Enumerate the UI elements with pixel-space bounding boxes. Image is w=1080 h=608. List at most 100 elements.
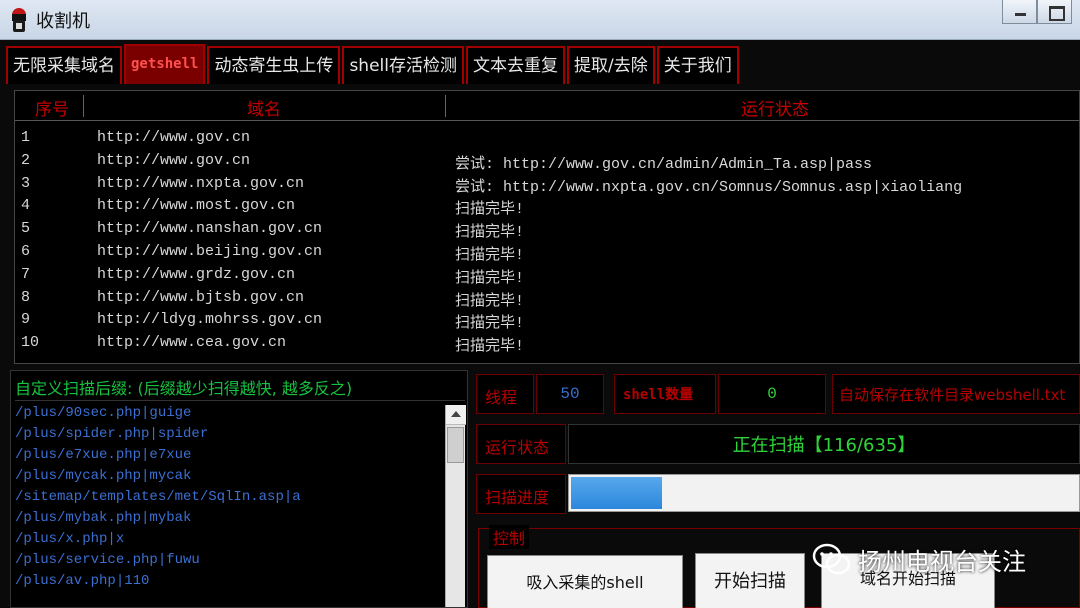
run-status-label: 运行状态 [485,438,550,457]
scan-progress-bar [568,474,1080,512]
row-num: 9 [21,311,31,329]
row-domain: http://www.most.gov.cn [97,197,296,215]
table-row[interactable]: 8 http://www.bjtsb.gov.cn 扫描完毕! [15,287,1079,310]
row-num: 1 [21,129,31,146]
column-divider[interactable] [445,95,446,117]
row-num: 5 [21,220,31,238]
table-row[interactable]: 2 http://www.gov.cn 尝试: http://www.gov.cn/… [15,150,1079,173]
row-status: 扫描完毕! [455,315,525,333]
progress-fill [571,477,662,509]
row-domain: http://ldyg.mohrss.gov.cn [97,311,323,329]
row-domain: http://www.gov.cn [97,151,251,169]
row-status: 扫描完毕! [455,269,525,287]
control-group-label: 控制 [489,525,530,549]
window-controls [1002,0,1072,24]
row-domain: http://www.beijing.gov.cn [97,242,323,260]
maximize-button[interactable] [1037,0,1072,24]
title-bar: 收割机 [0,0,1080,40]
table-row[interactable]: 9 http://ldyg.mohrss.gov.cn 扫描完毕! [15,309,1079,332]
tab-getshell[interactable]: getshell [124,44,206,84]
row-num: 4 [21,197,31,215]
results-table[interactable]: 序号 域名 运行状态 1 http://www.gov.cn 2 http://ww… [14,90,1080,364]
progress-label-box: 扫描进度 [476,474,566,514]
table-row[interactable]: 4 http://www.most.gov.cn 扫描完毕! [15,195,1079,218]
custom-paths-title: 自定义扫描后缀: (后缀越少扫得越快, 越多反之) [15,375,465,401]
table-row[interactable]: 1 http://www.gov.cn [15,127,1079,150]
table-row[interactable]: 5 http://www.nanshan.gov.cn 扫描完毕! [15,218,1079,241]
custom-paths-textarea[interactable]: /plus/90sec.php|guige /plus/spider.php|s… [15,405,443,594]
import-shell-button[interactable]: 吸入采集的shell [487,555,683,608]
custom-paths-panel: 自定义扫描后缀: (后缀越少扫得越快, 越多反之) /plus/90sec.ph… [10,370,468,608]
list-item: /plus/mybak.php|mybak [15,510,192,526]
list-item: /plus/x.php|x [15,531,125,547]
app-icon [12,8,26,32]
row-status: 扫描完毕! [455,338,525,356]
row-status: 尝试: http://www.nxpta.gov.cn/Somnus/Somnu… [455,178,963,196]
row-status: 扫描完毕! [455,292,525,310]
autosave-box: 自动保存在软件目录webshell.txt [832,374,1080,414]
row-status: 扫描完毕! [455,246,525,264]
list-item: /plus/e7xue.php|e7xue [15,447,192,463]
shell-count-label: shell数量 [623,387,694,403]
run-status-label-box: 运行状态 [476,424,566,464]
tab-collect-domains[interactable]: 无限采集域名 [6,46,122,84]
list-item: /plus/mycak.php|mycak [15,468,192,484]
list-item: /plus/service.php|fuwu [15,552,200,568]
list-item: /plus/av.php|110 [15,573,150,589]
row-num: 6 [21,242,31,260]
column-header-num[interactable]: 序号 [35,95,69,120]
row-num: 2 [21,151,31,169]
row-status: 扫描完毕! [455,224,525,242]
shell-count-display: 0 [718,374,826,414]
tab-about[interactable]: 关于我们 [656,46,739,84]
minimize-button[interactable] [1002,0,1037,24]
table-row[interactable]: 7 http://www.grdz.gov.cn 扫描完毕! [15,264,1079,287]
row-num: 3 [21,174,31,192]
threads-input[interactable]: 50 [536,374,604,414]
table-header: 序号 域名 运行状态 [15,91,1079,121]
run-status-display: 正在扫描【116/635】 [568,424,1080,464]
tab-text-dedupe[interactable]: 文本去重复 [465,46,565,84]
start-scan-button[interactable]: 开始扫描 [695,553,805,608]
column-header-status[interactable]: 运行状态 [741,95,809,120]
row-domain: http://www.grdz.gov.cn [97,265,296,283]
threads-label: 线程 [485,388,518,407]
list-item: /plus/spider.php|spider [15,426,209,442]
shell-count-label-box: shell数量 [614,374,716,414]
table-row[interactable]: 3 http://www.nxpta.gov.cn 尝试: http://www.n… [15,173,1079,196]
list-item: /plus/90sec.php|guige [15,405,192,421]
column-divider[interactable] [83,95,84,117]
watermark-text: 扬州电视台关注 [858,548,1026,576]
tab-bar: 无限采集域名 getshell 动态寄生虫上传 shell存活检测 文本去重复 … [6,44,741,84]
row-num: 7 [21,265,31,283]
tab-shell-alive-check[interactable]: shell存活检测 [342,46,464,84]
row-domain: http://www.bjtsb.gov.cn [97,288,305,306]
autosave-text: 自动保存在软件目录webshell.txt [839,386,1066,404]
paths-scrollbar[interactable] [445,405,466,607]
scroll-up-arrow-icon[interactable] [446,405,466,425]
row-num: 8 [21,288,31,306]
tab-parasite-upload[interactable]: 动态寄生虫上传 [207,46,341,84]
row-domain: http://www.nxpta.gov.cn [97,174,305,192]
column-header-domain[interactable]: 域名 [247,95,281,120]
row-num: 10 [21,334,40,352]
list-item: /sitemap/templates/met/SqlIn.asp|a [15,489,301,505]
threads-value: 50 [560,385,580,403]
run-status-value: 正在扫描【116/635】 [732,435,916,456]
shell-count-value: 0 [767,385,777,403]
row-status: 尝试: http://www.gov.cn/admin/Admin_Ta.asp… [455,155,873,173]
table-rows: 1 http://www.gov.cn 2 http://www.gov.cn 尝试:… [15,127,1079,355]
threads-label-box: 线程 [476,374,534,414]
window-title: 收割机 [36,11,90,32]
wechat-icon [812,543,851,574]
row-domain: http://www.cea.gov.cn [97,334,287,352]
watermark: 扬州电视台关注 [812,542,1026,577]
row-status: 扫描完毕! [455,201,525,219]
row-domain: http://www.nanshan.gov.cn [97,220,323,238]
tab-extract-remove[interactable]: 提取/去除 [566,46,655,84]
table-row[interactable]: 6 http://www.beijing.gov.cn 扫描完毕! [15,241,1079,264]
progress-label: 扫描进度 [485,488,550,507]
scroll-thumb[interactable] [447,427,464,463]
table-row[interactable]: 10 http://www.cea.gov.cn 扫描完毕! [15,332,1079,355]
row-domain: http://www.gov.cn [97,129,251,146]
